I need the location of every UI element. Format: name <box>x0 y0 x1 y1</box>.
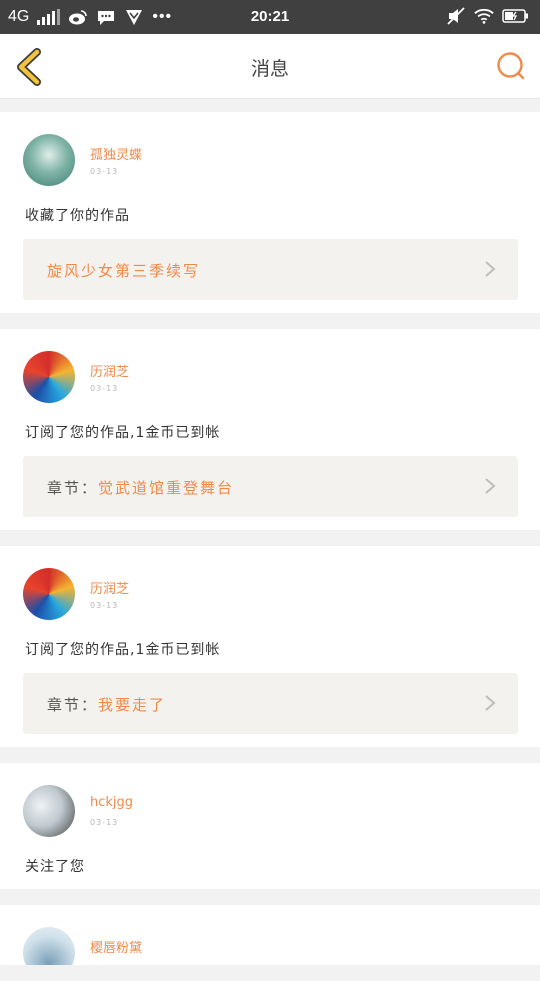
message-date: 03-13 <box>90 601 119 610</box>
avatar[interactable] <box>23 351 75 403</box>
chevron-right-icon <box>485 478 496 494</box>
avatar[interactable] <box>23 568 75 620</box>
message-text: 订阅了您的作品,1金币已到帐 <box>25 642 221 658</box>
message-list: 孤独灵蝶 03-13 收藏了你的作品 旋风少女第三季续写 历润芝 03-13 订… <box>0 112 540 981</box>
status-bar: 4G ••• 20:21 <box>0 0 540 34</box>
message-card[interactable]: hckjgg 03-13 关注了您 <box>0 763 540 889</box>
message-text: 订阅了您的作品,1金币已到帐 <box>25 425 221 441</box>
wifi-icon <box>474 8 494 24</box>
message-text: 关注了您 <box>25 859 85 875</box>
message-date: 03-13 <box>90 818 119 827</box>
mute-icon <box>447 7 465 25</box>
chevron-right-icon <box>485 261 496 277</box>
message-card[interactable]: 孤独灵蝶 03-13 收藏了你的作品 旋风少女第三季续写 <box>0 112 540 313</box>
chapter-link-label: 章节：觉武道馆重登舞台 <box>47 477 234 498</box>
status-right <box>446 7 530 25</box>
work-link-label: 旋风少女第三季续写 <box>47 260 200 281</box>
avatar[interactable] <box>23 927 75 965</box>
sender-name[interactable]: 樱唇粉黛 <box>90 937 142 956</box>
sender-name[interactable]: 历润芝 <box>90 578 129 597</box>
sender-name[interactable]: 历润芝 <box>90 361 129 380</box>
message-card[interactable]: 历润芝 03-13 订阅了您的作品,1金币已到帐 章节：我要走了 <box>0 546 540 747</box>
message-card[interactable]: 樱唇粉黛 <box>0 905 540 965</box>
message-card[interactable]: 历润芝 03-13 订阅了您的作品,1金币已到帐 章节：觉武道馆重登舞台 <box>0 329 540 530</box>
top-nav-bar: 消息 <box>0 34 540 99</box>
avatar[interactable] <box>23 785 75 837</box>
chapter-prefix: 章节： <box>47 696 99 714</box>
work-title: 旋风少女第三季续写 <box>47 262 201 280</box>
message-text: 收藏了你的作品 <box>25 208 130 224</box>
message-date: 03-13 <box>90 167 119 176</box>
chapter-link[interactable]: 章节：我要走了 <box>23 673 518 734</box>
chapter-link[interactable]: 章节：觉武道馆重登舞台 <box>23 456 518 517</box>
search-icon[interactable] <box>496 51 526 81</box>
sender-name[interactable]: hckjgg <box>90 795 133 810</box>
chapter-title: 我要走了 <box>98 696 167 714</box>
avatar[interactable] <box>23 134 75 186</box>
battery-icon <box>502 9 528 23</box>
chapter-link-label: 章节：我要走了 <box>47 694 166 715</box>
page-title: 消息 <box>250 58 289 80</box>
chevron-right-icon <box>485 695 496 711</box>
chapter-title: 觉武道馆重登舞台 <box>98 479 235 497</box>
message-date: 03-13 <box>90 384 119 393</box>
work-link[interactable]: 旋风少女第三季续写 <box>23 239 518 300</box>
chapter-prefix: 章节： <box>47 479 99 497</box>
sender-name[interactable]: 孤独灵蝶 <box>90 144 142 163</box>
